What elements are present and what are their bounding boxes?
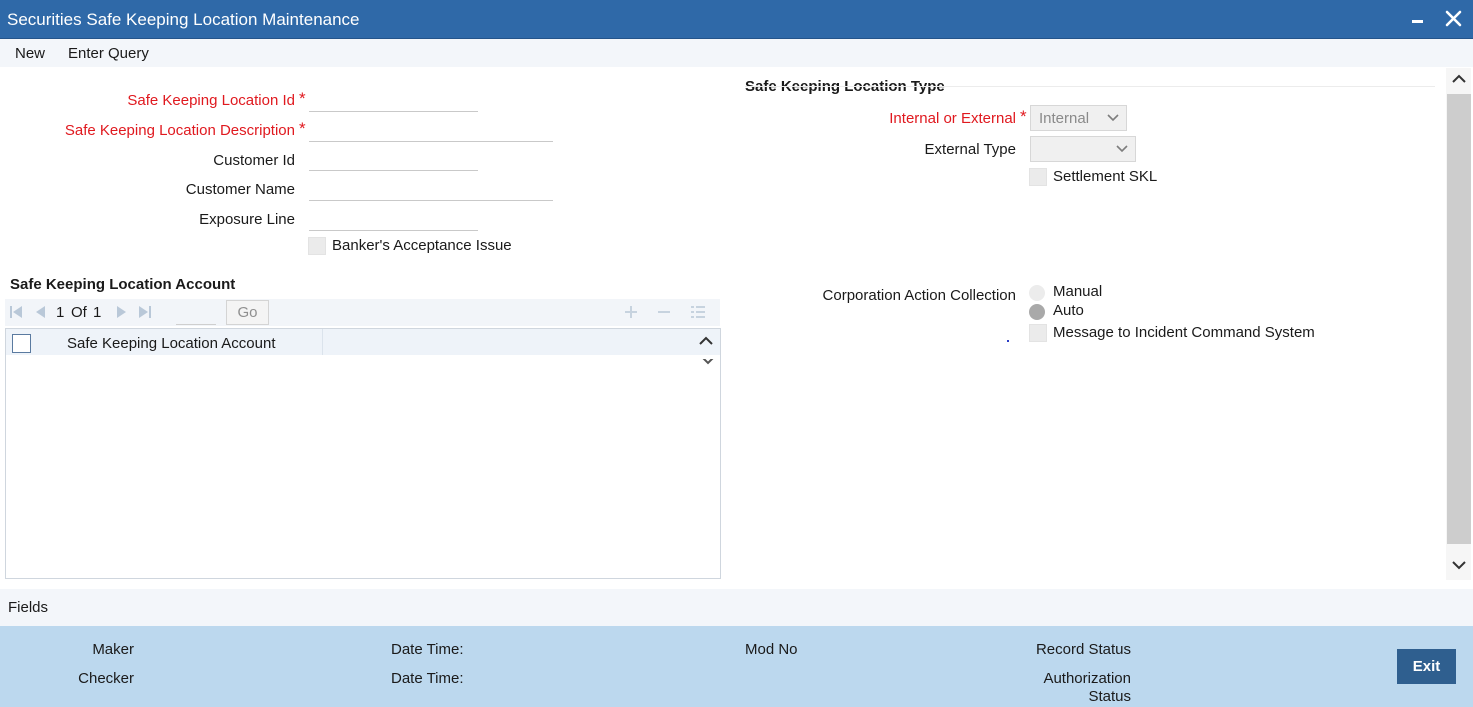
authorization-status-label: Status (1088, 688, 1131, 705)
message-ics-checkbox[interactable] (1029, 324, 1047, 342)
focus-dot (1007, 340, 1009, 342)
internal-external-required-marker: * (1020, 107, 1027, 126)
exposure-line-input[interactable] (309, 209, 478, 231)
skl-description-label: Safe Keeping Location Description (64, 122, 295, 139)
grid-scroll-down-stub[interactable] (700, 359, 716, 365)
app-window: Securities Safe Keeping Location Mainten… (0, 0, 1473, 707)
radio-auto-label: Auto (1053, 302, 1084, 319)
select-all-checkbox[interactable] (12, 334, 31, 353)
go-button[interactable]: Go (226, 300, 269, 325)
minimize-icon (1412, 20, 1423, 23)
title-bar: Securities Safe Keeping Location Mainten… (0, 0, 1473, 39)
message-ics-label: Message to Incident Command System (1053, 324, 1315, 341)
scrollbar-thumb[interactable] (1447, 94, 1471, 544)
external-type-label: External Type (924, 141, 1016, 158)
last-page-icon[interactable] (138, 305, 152, 319)
checker-label: Checker (78, 670, 134, 687)
page-current: 1 (56, 304, 65, 321)
add-row-icon[interactable] (624, 305, 638, 319)
maker-date-time-label: Date Time: (391, 641, 464, 658)
internal-external-value: Internal (1039, 110, 1090, 127)
internal-external-select[interactable]: Internal (1030, 105, 1127, 131)
page-number-input[interactable] (176, 303, 216, 325)
exit-button[interactable]: Exit (1397, 649, 1456, 684)
chevron-down-icon (1116, 145, 1128, 153)
page-of-label: Of (71, 304, 87, 321)
first-page-icon[interactable] (9, 305, 23, 319)
grid-pager: 1 Of 1 Go (5, 299, 720, 326)
radio-auto[interactable] (1029, 304, 1045, 320)
skl-description-required-marker: * (299, 119, 306, 138)
column-divider (322, 329, 323, 355)
skl-type-divider (745, 86, 1435, 87)
skl-description-input[interactable] (309, 120, 553, 142)
window-title: Securities Safe Keeping Location Mainten… (7, 10, 360, 29)
skl-id-required-marker: * (299, 89, 306, 108)
checker-date-time-label: Date Time: (391, 670, 464, 687)
bankers-acceptance-checkbox[interactable] (308, 237, 326, 255)
new-button[interactable]: New (15, 45, 45, 62)
main-toolbar: New Enter Query (0, 39, 1473, 67)
radio-manual-label: Manual (1053, 283, 1103, 300)
account-grid: Safe Keeping Location Account (5, 328, 721, 579)
radio-manual[interactable] (1029, 285, 1045, 301)
account-section-title: Safe Keeping Location Account (10, 276, 236, 293)
skl-id-label: Safe Keeping Location Id (127, 92, 295, 109)
chevron-down-icon (702, 359, 714, 365)
minimize-button[interactable] (1405, 6, 1429, 32)
maker-label: Maker (92, 641, 134, 658)
internal-external-label: Internal or External (889, 110, 1016, 127)
bankers-acceptance-label: Banker's Acceptance Issue (332, 237, 512, 254)
scroll-down-icon[interactable] (1451, 558, 1467, 572)
next-page-icon[interactable] (115, 305, 129, 319)
customer-id-input[interactable] (309, 149, 478, 171)
mod-no-label: Mod No (745, 641, 798, 658)
fields-bar: Fields (0, 589, 1473, 626)
settlement-skl-checkbox[interactable] (1029, 168, 1047, 186)
scroll-up-icon[interactable] (1451, 72, 1467, 86)
chevron-up-icon[interactable] (698, 334, 714, 348)
main-scrollbar[interactable] (1446, 68, 1471, 580)
delete-row-icon[interactable] (657, 305, 671, 319)
column-header-account: Safe Keeping Location Account (67, 335, 276, 352)
customer-name-input[interactable] (309, 179, 553, 201)
authorization-label: Authorization (1043, 670, 1131, 687)
audit-footer: Maker Checker Date Time: Date Time: Mod … (0, 626, 1473, 707)
previous-page-icon[interactable] (33, 305, 47, 319)
external-type-select[interactable] (1030, 136, 1136, 162)
record-status-label: Record Status (1035, 641, 1131, 658)
page-total: 1 (93, 304, 102, 321)
skl-id-input[interactable] (309, 90, 478, 112)
close-icon (1445, 10, 1462, 27)
fields-link[interactable]: Fields (8, 599, 48, 616)
grid-header-row: Safe Keeping Location Account (6, 329, 720, 355)
settlement-skl-label: Settlement SKL (1053, 168, 1158, 185)
enter-query-button[interactable]: Enter Query (68, 45, 149, 62)
exposure-line-label: Exposure Line (199, 211, 295, 228)
close-button[interactable] (1442, 6, 1466, 32)
corp-action-label: Corporation Action Collection (822, 287, 1016, 304)
chevron-down-icon (1107, 114, 1119, 122)
customer-name-label: Customer Name (185, 181, 295, 198)
customer-id-label: Customer Id (213, 152, 295, 169)
single-view-icon[interactable] (690, 305, 706, 319)
